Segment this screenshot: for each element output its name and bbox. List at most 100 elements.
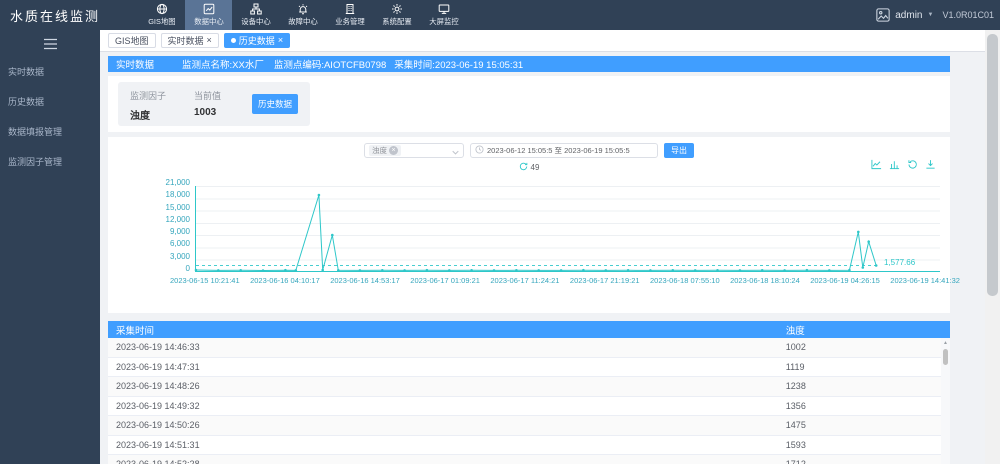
refresh-seconds: 49: [530, 163, 540, 172]
x-tick: 2023-06-19 04:26:15: [810, 276, 880, 285]
refresh-icon[interactable]: [519, 162, 528, 173]
chevron-down-icon[interactable]: ▼: [928, 12, 934, 18]
topbar-right: admin ▼ V1.0R01C01: [876, 0, 994, 30]
x-tick: 2023-06-15 10:21:41: [170, 276, 240, 285]
export-button[interactable]: 导出: [664, 143, 694, 158]
cell-value: 1119: [785, 361, 805, 372]
nav-label: 系统配置: [381, 17, 412, 26]
scrollbar-thumb[interactable]: [943, 349, 948, 365]
user-name[interactable]: admin: [895, 10, 922, 21]
sidebar-item-factor-manage[interactable]: 监测因子管理: [0, 147, 100, 177]
factor-panel: 监测因子 浊度 当前值 1003 历史数据: [108, 76, 950, 132]
table-row[interactable]: 2023-06-19 14:52:281712: [108, 455, 950, 464]
x-tick: 2023-06-17 11:24:21: [490, 276, 560, 285]
x-tick: 2023-06-16 14:53:17: [330, 276, 400, 285]
chart-panel: 浊度 × 2023-06-12 15:05:5 至 2023-06-19 15:0…: [108, 137, 960, 313]
y-tick: 6,000: [169, 239, 190, 249]
station-code: 监测点编码:AIOTCFB0798: [273, 60, 387, 71]
panel-title: 实时数据: [116, 60, 155, 71]
nav-item-fault-center[interactable]: 故障中心: [279, 0, 326, 30]
nav-item-device-center[interactable]: 设备中心: [232, 0, 279, 30]
factor-label: 监测因子: [130, 91, 167, 101]
tag-close-icon[interactable]: ×: [389, 146, 398, 155]
nav-item-system-config[interactable]: 系统配置: [373, 0, 420, 30]
clock-icon: [475, 145, 484, 156]
line-chart-icon[interactable]: [871, 157, 882, 175]
download-icon[interactable]: [925, 157, 936, 175]
tab-realtime-data[interactable]: 实时数据 ×: [160, 33, 219, 48]
table-row[interactable]: 2023-06-19 14:51:31 1593: [108, 435, 950, 455]
latest-value-label: 1,577.66: [884, 258, 916, 267]
version-label: V1.0R01C01: [942, 10, 994, 20]
tab-label: 历史数据: [238, 36, 275, 46]
bar-chart-icon[interactable]: [889, 157, 900, 175]
current-value: 1003: [194, 107, 217, 118]
col-header-time: 采集时间: [116, 325, 155, 337]
table-row[interactable]: 2023-06-19 14:50:26 1475: [108, 416, 950, 436]
nav-item-screen-monitor[interactable]: 大屏监控: [420, 0, 467, 30]
active-dot: [230, 38, 236, 43]
table-row[interactable]: 2023-06-19 14:48:26 1238: [108, 377, 950, 397]
y-tick: 0: [185, 264, 190, 273]
sidebar-item-realtime-data[interactable]: 实时数据: [0, 57, 100, 87]
chevron-down-icon: [452, 142, 459, 160]
history-data-button[interactable]: 历史数据: [252, 94, 298, 114]
tab-label: GIS地图: [115, 36, 149, 46]
refresh-countdown: 49: [108, 162, 950, 173]
tab-bar: GIS地图 实时数据 × 历史数据 ×: [100, 30, 985, 52]
nav-label: 业务管理: [334, 17, 365, 26]
sidebar-item-data-report[interactable]: 数据填报管理: [0, 117, 100, 147]
station-name: 监测点名称:XX水厂: [182, 60, 264, 71]
restore-icon[interactable]: [907, 157, 918, 175]
date-range-input[interactable]: 2023-06-12 15:05:5 至 2023-06-19 15:05:5: [470, 143, 658, 158]
y-axis-labels: 21,000 18,000 15,000 12,000 9,000 6,000 …: [116, 178, 190, 276]
nav-label: 故障中心: [287, 17, 318, 26]
cell-time: 2023-06-19 14:46:33: [116, 342, 200, 353]
x-axis-labels: 2023-06-15 10:21:41 2023-06-16 04:10:17 …: [170, 276, 960, 285]
table-row[interactable]: 2023-06-19 14:49:32 1356: [108, 396, 950, 416]
nav-label: 大屏监控: [428, 17, 459, 26]
cell-value: 1238: [785, 381, 806, 392]
avatar[interactable]: [876, 8, 890, 22]
factor-value: 浊度: [130, 111, 150, 122]
current-value-column: 当前值 1003: [194, 89, 221, 118]
close-icon[interactable]: ×: [207, 36, 212, 45]
cell-time: 2023-06-19 14:51:31: [116, 439, 200, 450]
y-tick: 3,000: [169, 251, 190, 261]
tab-gis-map[interactable]: GIS地图: [108, 33, 156, 48]
table-row[interactable]: 2023-06-19 14:46:33 1002: [108, 338, 950, 358]
y-tick: 18,000: [165, 190, 190, 200]
nav-label: 数据中心: [193, 17, 224, 26]
factor-select[interactable]: 浊度 ×: [364, 143, 464, 158]
x-tick: 2023-06-18 07:55:10: [650, 276, 720, 285]
cell-value: 1593: [785, 439, 806, 450]
table-row[interactable]: 2023-06-19 14:47:31 1119: [108, 357, 950, 377]
close-icon[interactable]: ×: [278, 36, 283, 45]
y-tick: 9,000: [169, 227, 190, 237]
selected-factor-tag: 浊度 ×: [369, 145, 401, 156]
scroll-up-icon[interactable]: ▲: [941, 340, 950, 346]
sidebar-item-history-data[interactable]: 历史数据: [0, 87, 100, 117]
chart-series-svg: [194, 193, 878, 272]
cell-time: 2023-06-19 14:49:32: [116, 400, 200, 411]
factor-column: 监测因子 浊度: [130, 89, 166, 122]
page-scrollbar[interactable]: [985, 30, 1000, 464]
line-chart-plot[interactable]: 1,577.66: [194, 186, 940, 272]
sidebar: 实时数据 历史数据 数据填报管理 监测因子管理: [0, 30, 100, 464]
x-tick: 2023-06-19 14:41:32: [890, 276, 960, 285]
tab-history-data[interactable]: 历史数据 ×: [223, 33, 291, 48]
topbar: 水质在线监测 GIS地图 数据中心 设备中心 故障中心 业务管理 系统配置 大屏…: [0, 0, 1000, 30]
chart-toolbox: [871, 157, 936, 175]
table-scrollbar[interactable]: ▲: [941, 338, 950, 464]
nav-item-data-center[interactable]: 数据中心: [185, 0, 232, 30]
x-tick: 2023-06-18 18:10:24: [730, 276, 800, 285]
nav-label: GIS地图: [147, 17, 176, 26]
globe-icon: [156, 3, 168, 15]
page-scrollbar-thumb[interactable]: [987, 34, 998, 296]
main-nav: GIS地图 数据中心 设备中心 故障中心 业务管理 系统配置 大屏监控: [138, 0, 467, 30]
data-center-icon: [203, 3, 215, 15]
hamburger-icon[interactable]: [43, 37, 58, 50]
cell-value: 1356: [785, 400, 806, 411]
nav-item-business[interactable]: 业务管理: [326, 0, 373, 30]
nav-item-gis-map[interactable]: GIS地图: [138, 0, 185, 30]
